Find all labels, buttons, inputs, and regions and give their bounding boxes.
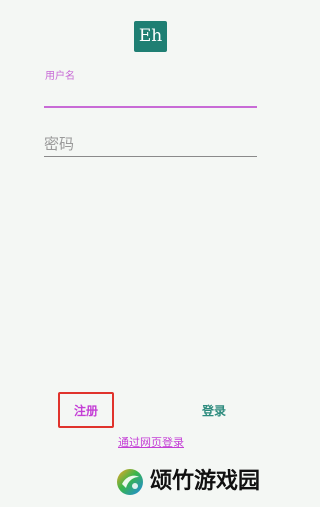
web-login-link[interactable]: 通过网页登录 xyxy=(111,434,191,450)
app-logo: Eh xyxy=(134,21,167,52)
password-input[interactable] xyxy=(44,131,257,157)
register-button[interactable]: 注册 xyxy=(58,392,114,428)
login-button[interactable]: 登录 xyxy=(189,398,239,422)
bamboo-logo-icon xyxy=(115,467,145,497)
watermark: 颂竹游戏园 xyxy=(115,465,260,499)
username-input[interactable] xyxy=(44,80,257,108)
watermark-text: 颂竹游戏园 xyxy=(150,469,261,494)
